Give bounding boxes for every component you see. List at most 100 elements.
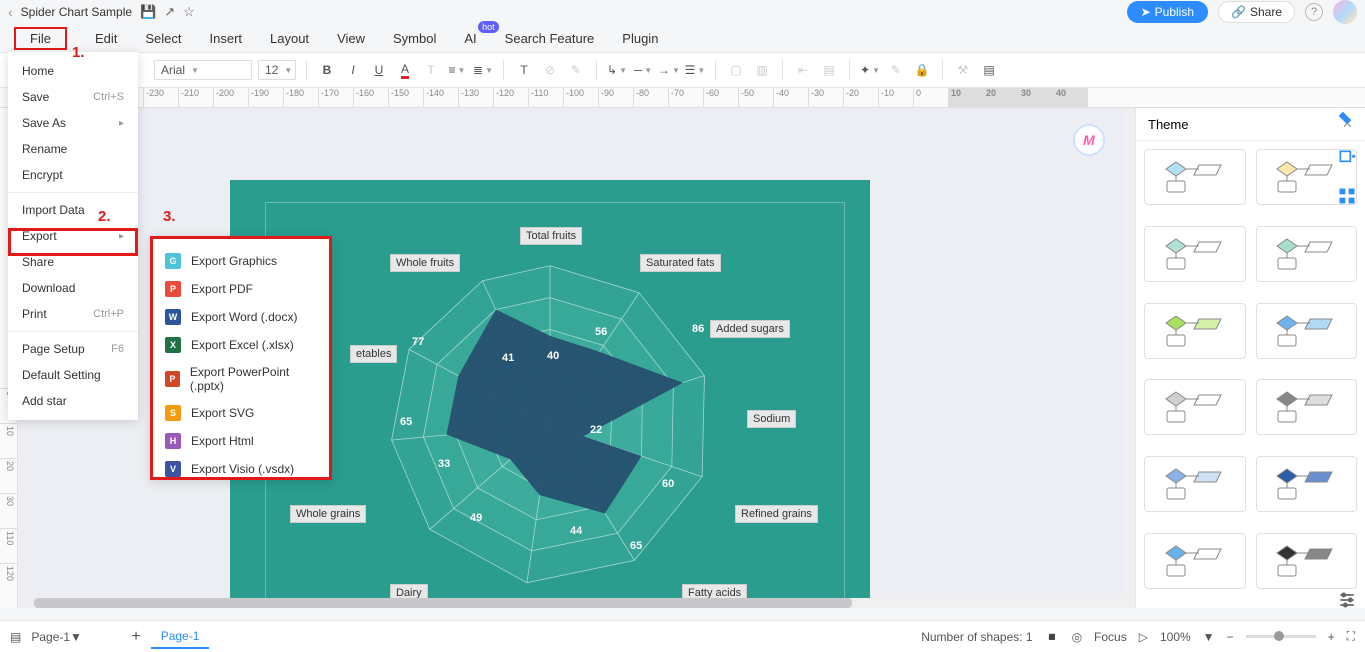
presentation-icon[interactable]: ▤ — [979, 60, 999, 80]
open-external-icon[interactable]: ↗ — [164, 4, 175, 20]
theme-item[interactable] — [1256, 456, 1358, 512]
align-icon[interactable]: ≡▼ — [447, 60, 467, 80]
h-scrollbar[interactable] — [34, 598, 1125, 608]
add-shape-icon[interactable] — [1337, 148, 1357, 168]
fullscreen-icon[interactable]: ⛶ — [1347, 629, 1355, 644]
mi-default[interactable]: Default Setting — [8, 362, 138, 388]
export-pdf[interactable]: PExport PDF — [153, 275, 329, 303]
theme-item[interactable] — [1144, 226, 1246, 282]
menu-select[interactable]: Select — [145, 31, 181, 46]
menu-search[interactable]: Search Feature — [505, 31, 595, 46]
paint-icon[interactable] — [1337, 110, 1357, 130]
connector-icon[interactable]: ↳▼ — [607, 60, 627, 80]
noshape-icon[interactable]: ⊘ — [540, 60, 560, 80]
theme-item[interactable] — [1144, 149, 1246, 205]
menu-symbol[interactable]: Symbol — [393, 31, 436, 46]
export-excel[interactable]: XExport Excel (.xlsx) — [153, 331, 329, 359]
theme-item[interactable] — [1256, 379, 1358, 435]
distribute-icon[interactable]: ▤ — [819, 60, 839, 80]
mi-export[interactable]: Export▸ — [8, 223, 138, 249]
mi-print[interactable]: PrintCtrl+P — [8, 301, 138, 327]
menu-file[interactable]: File — [14, 27, 67, 50]
linespacing-icon[interactable]: ≣▼ — [473, 60, 493, 80]
theme-item[interactable] — [1256, 226, 1358, 282]
star-icon[interactable]: ☆ — [183, 4, 195, 20]
tools-icon[interactable]: ⚒ — [953, 60, 973, 80]
zoom-slider[interactable] — [1246, 635, 1316, 638]
ungroup-icon[interactable]: ▥ — [752, 60, 772, 80]
zoom-out-icon[interactable]: − — [1227, 630, 1234, 644]
theme-item[interactable] — [1256, 533, 1358, 589]
mi-import[interactable]: Import Data — [8, 197, 138, 223]
mi-saveas[interactable]: Save As▸ — [8, 110, 138, 136]
mi-encrypt[interactable]: Encrypt — [8, 162, 138, 188]
effects-icon[interactable]: ✦▼ — [860, 60, 880, 80]
menu-ai[interactable]: AIhot — [464, 31, 476, 46]
play-icon[interactable]: ▷ — [1139, 630, 1148, 644]
theme-item[interactable] — [1144, 379, 1246, 435]
mi-rename[interactable]: Rename — [8, 136, 138, 162]
highlight-icon[interactable]: ✎ — [566, 60, 586, 80]
menu-view[interactable]: View — [337, 31, 365, 46]
layers-icon[interactable]: ◾ — [1045, 630, 1060, 644]
font-select[interactable]: Arial▼ — [154, 60, 252, 80]
lock-icon[interactable]: 🔒 — [912, 60, 932, 80]
publish-button[interactable]: ➤Publish — [1127, 1, 1208, 23]
add-page-icon[interactable]: + — [131, 628, 140, 646]
export-visio[interactable]: VExport Visio (.vsdx) — [153, 455, 329, 483]
val-56: 56 — [595, 326, 607, 338]
m-badge-icon[interactable]: M — [1073, 124, 1105, 156]
theme-item[interactable] — [1256, 303, 1358, 359]
label-refined: Refined grains — [735, 505, 818, 523]
export-word[interactable]: WExport Word (.docx) — [153, 303, 329, 331]
grid-icon[interactable] — [1337, 186, 1357, 206]
edit-icon[interactable]: ✎ — [886, 60, 906, 80]
v-scrollbar[interactable] — [1125, 108, 1135, 608]
menu-insert[interactable]: Insert — [210, 31, 243, 46]
linestyle-icon[interactable]: ☰▼ — [685, 60, 705, 80]
fontsize-select[interactable]: 12▼ — [258, 60, 296, 80]
back-icon[interactable]: ‹ — [8, 4, 13, 20]
menu-plugin[interactable]: Plugin — [622, 31, 658, 46]
export-svg[interactable]: SExport SVG — [153, 399, 329, 427]
theme-item[interactable] — [1144, 533, 1246, 589]
zoom-value[interactable]: 100% — [1160, 630, 1191, 644]
val-49: 49 — [470, 512, 482, 524]
fontcolor-icon[interactable]: A — [395, 60, 415, 80]
italic-icon[interactable]: I — [343, 60, 363, 80]
group-icon[interactable]: ▢ — [726, 60, 746, 80]
mi-home[interactable]: Home — [8, 58, 138, 84]
avatar[interactable] — [1333, 0, 1357, 24]
val-65b: 65 — [400, 416, 412, 428]
underline-icon[interactable]: U — [369, 60, 389, 80]
alignleft-icon[interactable]: ⇤ — [793, 60, 813, 80]
export-ppt[interactable]: PExport PowerPoint (.pptx) — [153, 359, 329, 399]
focus-target-icon[interactable]: ◎ — [1072, 630, 1082, 644]
mi-download[interactable]: Download — [8, 275, 138, 301]
menu-layout[interactable]: Layout — [270, 31, 309, 46]
strikethrough-icon[interactable]: T — [421, 60, 441, 80]
zoom-in-icon[interactable]: + — [1328, 630, 1335, 644]
mi-addstar[interactable]: Add star — [8, 388, 138, 414]
line-icon[interactable]: ─▼ — [633, 60, 653, 80]
page-select[interactable]: Page-1▼ — [31, 630, 121, 644]
page-tab-1[interactable]: Page-1 — [151, 625, 210, 649]
outline-icon[interactable]: ▤ — [10, 630, 21, 644]
export-graphics[interactable]: GExport Graphics — [153, 247, 329, 275]
save-icon[interactable]: 💾 — [140, 4, 156, 20]
share-button[interactable]: 🔗Share — [1218, 1, 1295, 23]
theme-item[interactable] — [1144, 303, 1246, 359]
theme-item[interactable] — [1144, 456, 1246, 512]
arrow-icon[interactable]: →▼ — [659, 60, 679, 80]
val-86: 86 — [692, 323, 704, 335]
settings-slider-icon[interactable] — [1337, 590, 1357, 610]
menu-edit[interactable]: Edit — [95, 31, 117, 46]
mi-share[interactable]: Share — [8, 249, 138, 275]
text-icon[interactable]: T — [514, 60, 534, 80]
mi-save[interactable]: SaveCtrl+S — [8, 84, 138, 110]
bold-icon[interactable]: B — [317, 60, 337, 80]
export-html[interactable]: HExport Html — [153, 427, 329, 455]
mi-pagesetup[interactable]: Page SetupF6 — [8, 336, 138, 362]
annotation-1: 1. — [72, 44, 85, 61]
help-icon[interactable]: ? — [1305, 3, 1323, 21]
